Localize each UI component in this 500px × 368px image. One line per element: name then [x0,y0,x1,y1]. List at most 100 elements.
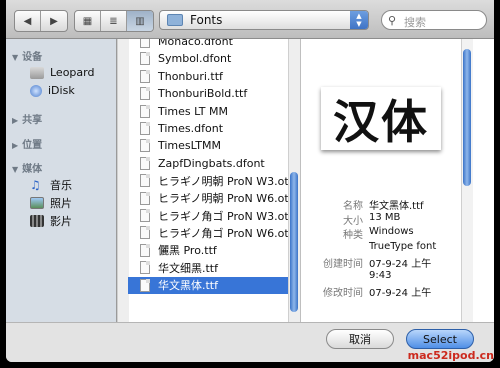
document-icon [140,104,150,118]
document-icon [140,87,150,101]
file-row[interactable]: Monaco.dfont [128,39,300,50]
search-field[interactable]: ⚲ 搜索 [381,10,487,30]
file-row[interactable]: ZapfDingbats.dfont [128,155,300,172]
file-name: ZapfDingbats.dfont [158,156,265,170]
document-icon [140,226,150,240]
open-file-dialog: ◀ ▶ ▦ ≣ ▥ Fonts ▲ ▼ ⚲ 搜索 ▼ 设备 Leopard iDis… [6,0,494,362]
view-mode-control: ▦ ≣ ▥ [74,10,154,32]
preview-pane: 汉体 名称 华文黑体.ttf 大小 13 MB 种类 Windows TrueType fo… [301,39,494,322]
document-icon [140,156,150,170]
file-row[interactable]: ThonburiBold.ttf [128,85,300,102]
column-view-icon: ▥ [135,15,145,27]
sidebar-item-music[interactable]: ♫ 音乐 [30,177,72,193]
back-button[interactable]: ◀ [15,11,41,31]
file-row-selected[interactable]: 华文黑体.ttf [128,276,300,294]
document-icon [140,209,150,222]
file-row[interactable]: ヒラギノ明朝 ProN W3.otf [128,172,300,189]
idisk-icon [30,84,42,97]
music-note-icon: ♫ [30,178,41,192]
icon-view-button[interactable]: ▦ [75,11,101,31]
file-row[interactable]: Times LT MM [128,103,300,120]
scrollbar-thumb[interactable] [290,172,298,312]
file-row[interactable]: Symbol.dfont [128,50,300,67]
disclosure-closed-icon: ▶ [12,141,19,150]
movies-icon [30,215,44,227]
file-name: Times.dfont [158,122,224,135]
sidebar: ▼ 设备 Leopard iDisk ▶ 共享 ▶ 位置 ▼ 媒体 ♫ 音乐 照片 影片 [6,39,117,322]
sidebar-item-photos[interactable]: 照片 [30,195,72,211]
file-name: Thonburi.ttf [158,69,223,83]
disclosure-open-icon: ▼ [12,53,19,62]
preview-scrollbar[interactable] [461,39,473,322]
column-view-button[interactable]: ▥ [127,11,153,31]
file-name: 华文黑体.ttf [158,279,218,293]
document-icon [140,243,150,257]
list-view-icon: ≣ [109,15,118,27]
back-forward-control: ◀ ▶ [14,10,68,32]
hard-drive-icon [30,66,44,79]
watermark: mac52ipod.cn [407,349,494,362]
list-view-button[interactable]: ≣ [101,11,127,31]
file-name: ヒラギノ角ゴ ProN W3.otf [158,209,293,223]
forward-arrow-icon: ▶ [50,15,58,27]
photos-icon [30,197,44,209]
file-row[interactable]: TimesLTMM [128,137,300,154]
info-value: 07-9-24 上午 [369,259,432,270]
file-row[interactable]: ヒラギノ角ゴ ProN W6.otf [128,224,300,241]
file-row[interactable]: ヒラギノ角ゴ ProN W3.otf [128,207,300,224]
preview-scrollbar-thumb[interactable] [463,49,471,186]
search-icon: ⚲ [388,14,397,27]
disclosure-open-icon: ▼ [12,165,19,174]
info-value: Windows [369,226,414,237]
cancel-button[interactable]: 取消 [326,329,394,349]
sidebar-item-idisk[interactable]: iDisk [30,84,75,97]
sidebar-section-shared[interactable]: ▶ 共享 [12,111,42,126]
disclosure-closed-icon: ▶ [12,116,19,125]
file-row[interactable]: ヒラギノ明朝 ProN W6.otf [128,190,300,207]
document-icon [140,261,150,275]
document-icon [140,39,150,48]
file-name: Monaco.dfont [158,39,233,48]
file-name: ヒラギノ明朝 ProN W3.otf [158,174,293,188]
document-icon [140,191,150,205]
file-row[interactable]: 儷黑 Pro.ttf [128,242,300,259]
sidebar-section-places[interactable]: ▶ 位置 [12,136,42,151]
file-name: ヒラギノ明朝 ProN W6.otf [158,192,293,206]
file-name: Times LT MM [158,104,228,118]
file-column-scrollbar[interactable] [288,39,300,322]
file-name: ThonburiBold.ttf [158,87,248,101]
info-value: 华文黑体.ttf [369,201,424,212]
file-name: ヒラギノ角ゴ ProN W6.otf [158,226,293,240]
location-label: Fonts [190,13,223,27]
sidebar-item-leopard[interactable]: Leopard [30,66,94,79]
document-icon [140,139,150,153]
document-icon [140,69,150,83]
toolbar: ◀ ▶ ▦ ≣ ▥ Fonts ▲ ▼ ⚲ 搜索 [6,0,494,39]
file-name: Symbol.dfont [158,52,232,66]
info-value: 13 MB [369,211,401,223]
sidebar-item-movies[interactable]: 影片 [30,213,72,229]
info-value: TrueType font [369,240,437,252]
file-row[interactable]: 华文细黑.ttf [128,259,300,276]
font-preview-glyphs: 汉体 [321,87,441,150]
popup-arrows-icon: ▲ ▼ [350,11,368,29]
info-value: 07-9-24 上午 [369,288,432,299]
info-key: 大小 [343,215,363,227]
file-row[interactable]: Thonburi.ttf [128,68,300,85]
document-icon [140,278,150,292]
file-name: TimesLTMM [158,139,221,153]
file-name: 儷黑 Pro.ttf [158,244,217,258]
sidebar-section-devices[interactable]: ▼ 设备 [12,48,42,63]
info-key: 创建时间 [323,259,363,270]
forward-button[interactable]: ▶ [41,11,67,31]
file-column: Monaco.dfont Symbol.dfont Thonburi.ttf Thon… [117,39,301,322]
location-popup[interactable]: Fonts ▲ ▼ [159,10,369,30]
folder-icon [167,14,183,26]
info-key: 修改时间 [323,288,363,299]
document-icon [140,52,150,66]
info-key: 名称 [343,201,363,212]
sidebar-section-media[interactable]: ▼ 媒体 [12,160,42,175]
select-button[interactable]: Select [406,329,474,349]
document-icon [140,174,150,188]
file-row[interactable]: Times.dfont [128,120,300,137]
